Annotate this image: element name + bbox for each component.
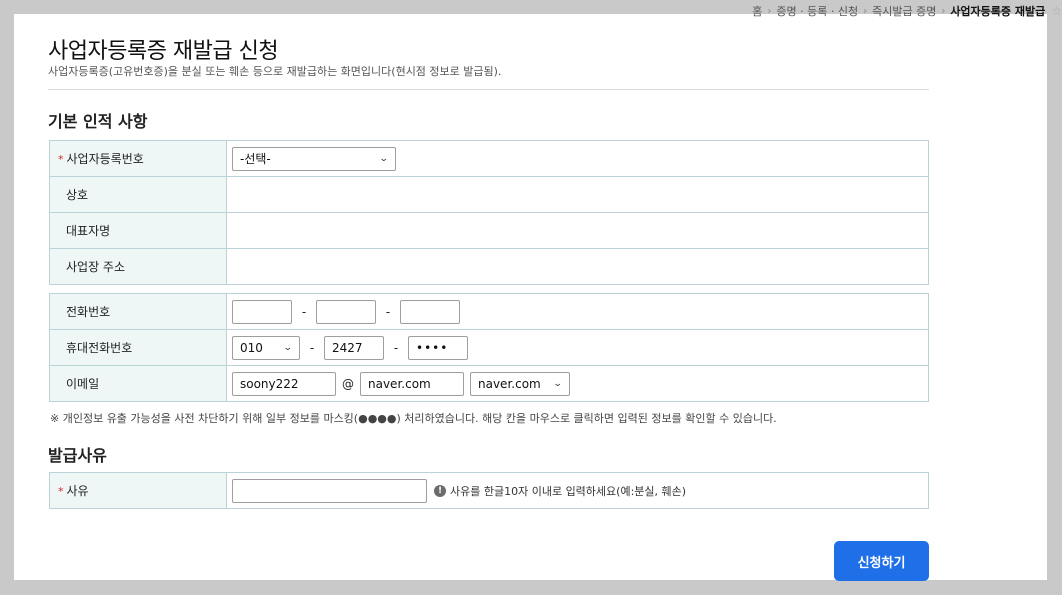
breadcrumb: 홈 › 증명 · 등록 · 신청 › 즉시발급 증명 › 사업자등록증 재발급 … [749, 3, 1062, 19]
reg-number-label-text: 사업자등록번호 [66, 152, 144, 166]
mobile-last-input[interactable]: •••• [408, 335, 468, 360]
breadcrumb-level1[interactable]: 증명 · 등록 · 신청 [773, 3, 861, 19]
company-label: 상호 [49, 176, 227, 213]
mobile-middle-input[interactable]: 2427 [324, 335, 384, 360]
email-id-input[interactable]: soony222 [232, 371, 336, 396]
basic-info-section-title: 기본 인적 사항 [48, 112, 148, 131]
breadcrumb-level2[interactable]: 즉시발급 증명 [869, 3, 939, 19]
ceo-value [226, 212, 929, 249]
ceo-label: 대표자명 [49, 212, 227, 249]
mobile-cell: 010 ⌄ - 2427 - •••• [226, 329, 929, 366]
chevron-down-icon: ⌄ [553, 378, 564, 389]
mobile-separator: - [309, 340, 315, 355]
submit-button[interactable]: 신청하기 [834, 541, 929, 581]
table-row: 대표자명 [49, 212, 929, 249]
reason-label: * 사유 [49, 472, 227, 509]
email-domain-select[interactable]: naver.com ⌄ [470, 371, 570, 396]
reason-label-text: 사유 [66, 484, 89, 498]
reason-section-title: 발급사유 [48, 446, 107, 465]
mobile-prefix-value: 010 [240, 340, 263, 355]
table-row: * 사유 ! 사유를 한글10자 이내로 입력하세요(예:분실, 훼손) [49, 472, 929, 509]
contact-table: 전화번호 - - 휴대전화번호 010 ⌄ - 2427 - •••• 이메일 … [49, 293, 929, 402]
chevron-right-icon: › [767, 5, 772, 17]
page-description: 사업자등록증(고유번호증)을 분실 또는 훼손 등으로 재발급하는 화면입니다(… [48, 65, 502, 78]
table-row: 전화번호 - - [49, 293, 929, 330]
table-row: 사업장 주소 [49, 248, 929, 285]
exclamation-circle-icon: ! [434, 484, 446, 497]
address-value [226, 248, 929, 285]
basic-info-table: * 사업자등록번호 -선택- ⌄ 상호 대표자명 사업장 주소 [49, 140, 929, 285]
phone-label: 전화번호 [49, 293, 227, 330]
phone-separator: - [301, 304, 307, 319]
email-cell: soony222 @ naver.com naver.com ⌄ [226, 365, 929, 402]
required-mark: * [58, 153, 64, 166]
address-label: 사업장 주소 [49, 248, 227, 285]
reason-hint-text: 사유를 한글10자 이내로 입력하세요(예:분실, 훼손) [450, 484, 687, 498]
table-row: 상호 [49, 176, 929, 213]
required-mark: * [58, 485, 64, 498]
phone-last-input[interactable] [400, 299, 460, 324]
chevron-down-icon: ⌄ [379, 153, 390, 164]
table-row: * 사업자등록번호 -선택- ⌄ [49, 140, 929, 177]
breadcrumb-home[interactable]: 홈 [749, 3, 765, 19]
chevron-down-icon: ⌄ [283, 342, 294, 353]
reason-hint: ! 사유를 한글10자 이내로 입력하세요(예:분실, 훼손) [434, 483, 686, 499]
page-title: 사업자등록증 재발급 신청 [48, 39, 279, 64]
table-row: 이메일 soony222 @ naver.com naver.com ⌄ [49, 365, 929, 402]
table-row: 휴대전화번호 010 ⌄ - 2427 - •••• [49, 329, 929, 366]
reason-cell: ! 사유를 한글10자 이내로 입력하세요(예:분실, 훼손) [226, 472, 929, 509]
reason-input[interactable] [232, 478, 427, 503]
phone-middle-input[interactable] [316, 299, 376, 324]
mobile-prefix-select[interactable]: 010 ⌄ [232, 335, 300, 360]
reg-number-select-value: -선택- [240, 152, 271, 166]
chevron-right-icon: › [863, 5, 868, 17]
email-domain-select-value: naver.com [478, 376, 541, 391]
breadcrumb-current: 사업자등록증 재발급 [950, 5, 1046, 18]
phone-cell: - - [226, 293, 929, 330]
email-at-sign: @ [342, 376, 354, 391]
reg-number-label: * 사업자등록번호 [49, 140, 227, 177]
reg-number-select[interactable]: -선택- ⌄ [232, 146, 396, 171]
company-value [226, 176, 929, 213]
email-domain-input[interactable]: naver.com [360, 371, 464, 396]
phone-separator: - [385, 304, 391, 319]
reg-number-cell: -선택- ⌄ [226, 140, 929, 177]
reason-table: * 사유 ! 사유를 한글10자 이내로 입력하세요(예:분실, 훼손) [49, 472, 929, 509]
title-divider [48, 89, 929, 90]
phone-area-input[interactable] [232, 299, 292, 324]
masking-notice: ※ 개인정보 유출 가능성을 사전 차단하기 위해 일부 정보를 마스킹(●●●… [50, 412, 777, 425]
mobile-separator: - [393, 340, 399, 355]
mobile-label: 휴대전화번호 [49, 329, 227, 366]
star-icon[interactable]: ☆ [1051, 4, 1062, 18]
email-label: 이메일 [49, 365, 227, 402]
chevron-right-icon: › [941, 5, 946, 17]
